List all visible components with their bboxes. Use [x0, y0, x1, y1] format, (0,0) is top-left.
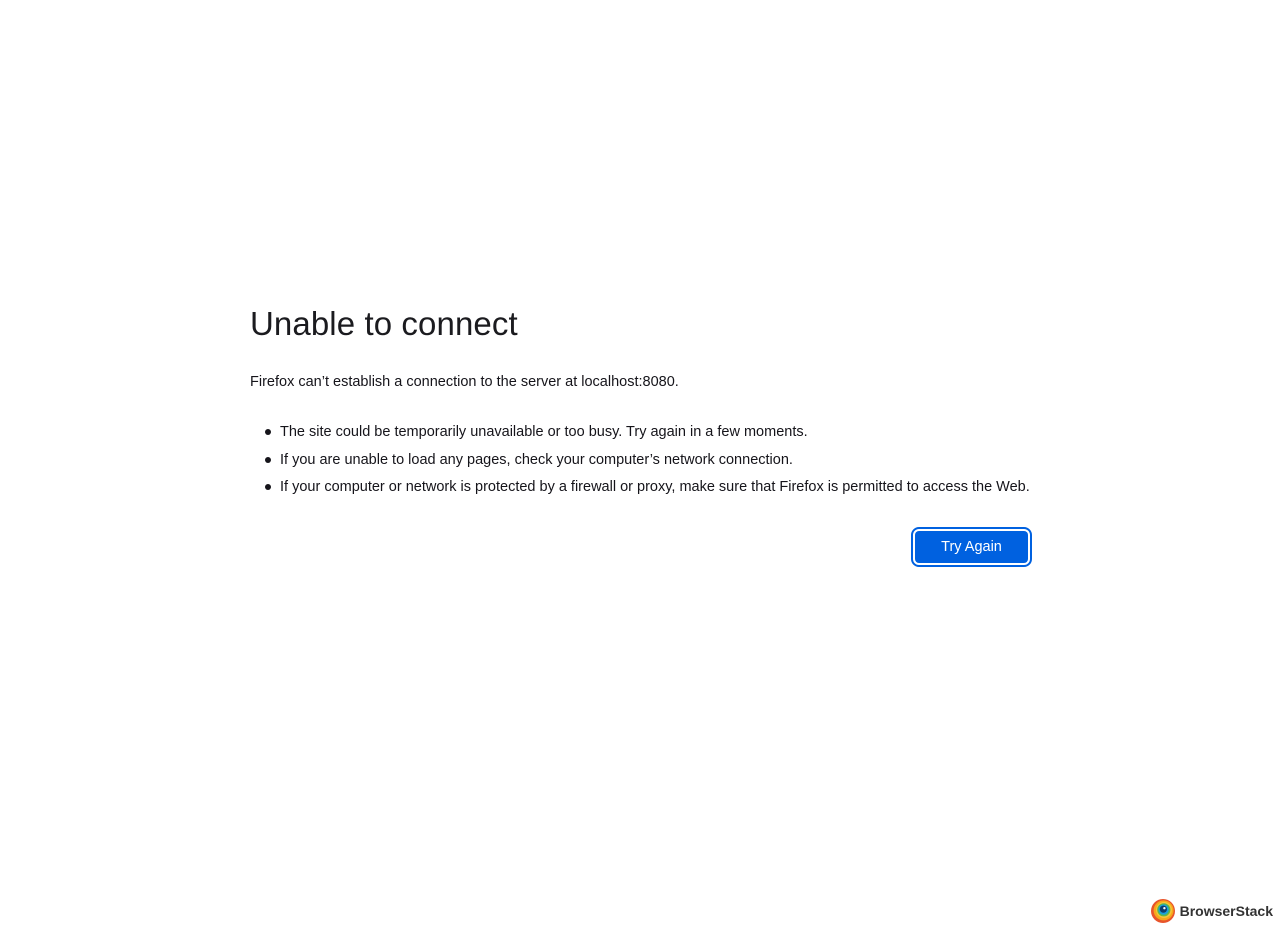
suggestion-text: If your computer or network is protected…	[280, 479, 1030, 495]
page-title: Unable to connect	[250, 305, 518, 342]
bullet-icon	[265, 429, 271, 435]
error-description: Firefox can’t establish a connection to …	[250, 374, 679, 390]
list-item: The site could be temporarily unavailabl…	[265, 422, 1030, 442]
suggestion-text: The site could be temporarily unavailabl…	[280, 424, 808, 440]
browserstack-logo-icon	[1150, 899, 1175, 923]
browserstack-badge: BrowserStack	[1150, 899, 1273, 923]
list-item: If your computer or network is protected…	[265, 477, 1030, 497]
bullet-icon	[265, 484, 271, 490]
suggestion-list: The site could be temporarily unavailabl…	[250, 422, 1030, 497]
button-row: Try Again	[250, 527, 1032, 567]
suggestion-text: If you are unable to load any pages, che…	[280, 451, 793, 468]
list-item: If you are unable to load any pages, che…	[265, 450, 1030, 470]
try-again-button[interactable]: Try Again	[911, 527, 1032, 567]
error-page-container: Unable to connect Firefox can’t establis…	[250, 302, 1032, 567]
bullet-icon	[265, 456, 271, 463]
browserstack-label: BrowserStack	[1179, 903, 1273, 919]
